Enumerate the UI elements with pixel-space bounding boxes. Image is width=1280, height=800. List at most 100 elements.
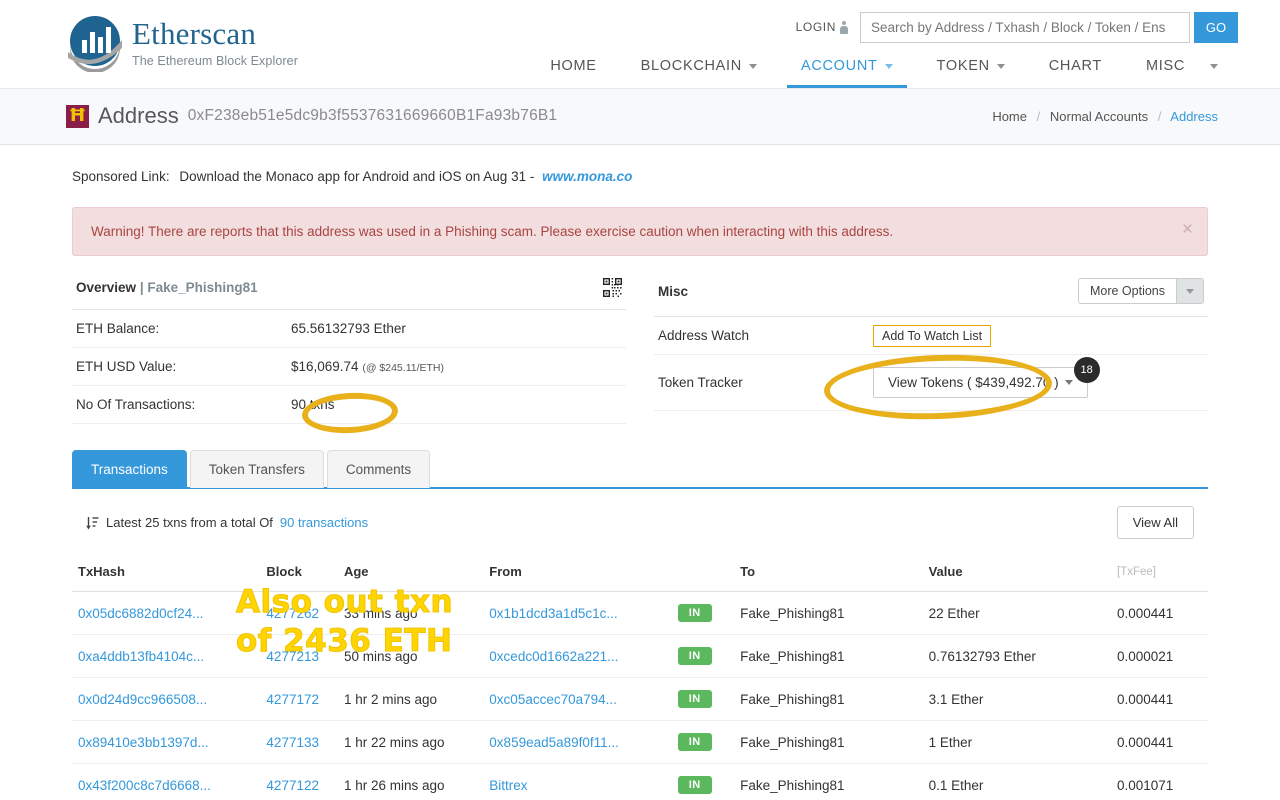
cell-to: Fake_Phishing81: [734, 591, 923, 635]
token-count-badge: 18: [1073, 357, 1100, 383]
sponsored-url-link[interactable]: www.mona.co: [542, 169, 632, 184]
tab-token-transfers[interactable]: Token Transfers: [189, 450, 324, 488]
sponsored-text: Download the Monaco app for Android and …: [179, 169, 535, 184]
table-summary: Latest 25 txns from a total Of 90 transa…: [86, 515, 368, 530]
column-header-from[interactable]: From: [483, 554, 672, 592]
overview-row-usd-value: ETH USD Value: $16,069.74 (@ $245.11/ETH…: [72, 348, 626, 386]
login-label: LOGIN: [795, 20, 836, 34]
login-link[interactable]: LOGIN: [796, 20, 848, 34]
nav-item-blockchain[interactable]: BLOCKCHAIN: [619, 52, 779, 88]
direction-badge: IN: [677, 647, 712, 665]
nav-item-token[interactable]: TOKEN: [915, 52, 1027, 88]
nav-item-account[interactable]: ACCOUNT: [779, 52, 915, 88]
cell-value: 0.76132793 Ether: [922, 634, 1111, 678]
cell-txfee: 0.000441: [1111, 591, 1208, 635]
nav-label-token: TOKEN: [936, 58, 990, 74]
chevron-down-icon: [1176, 279, 1203, 303]
cell-from[interactable]: 0xcedc0d1662a221...: [489, 649, 618, 664]
column-header-value[interactable]: Value: [922, 554, 1111, 592]
close-icon[interactable]: ×: [1182, 220, 1193, 239]
cell-txhash[interactable]: 0x43f200c8c7d6668...: [78, 778, 211, 793]
table-toolbar: Latest 25 txns from a total Of 90 transa…: [72, 489, 1208, 554]
transactions-tab-panel: Latest 25 txns from a total Of 90 transa…: [72, 487, 1208, 800]
cell-from[interactable]: Bittrex: [489, 778, 527, 793]
nav-item-home[interactable]: HOME: [528, 52, 618, 88]
breadcrumb: Home / Normal Accounts / Address: [992, 109, 1218, 124]
nav-item-chart[interactable]: CHART: [1027, 52, 1124, 88]
chevron-down-icon: [1210, 63, 1218, 69]
table-row[interactable]: 0x89410e3bb1397d... 4277133 1 hr 22 mins…: [72, 720, 1208, 764]
misc-title: Misc: [658, 283, 689, 299]
cell-txfee: 0.000441: [1111, 720, 1208, 764]
misc-panel-header: Misc More Options: [654, 278, 1208, 317]
nav-item-misc[interactable]: MISC: [1124, 52, 1240, 88]
cell-block[interactable]: 4277133: [266, 735, 319, 750]
breadcrumb-item-address[interactable]: Address: [1170, 109, 1218, 124]
address-hash: 0xF238eb51e5dc9b3f5537631669660B1Fa93b76…: [187, 107, 558, 124]
breadcrumb-item-normal-accounts[interactable]: Normal Accounts: [1050, 109, 1148, 124]
column-header-to[interactable]: To: [734, 554, 923, 592]
site-logo[interactable]: Etherscan The Ethereum Block Explorer: [66, 14, 298, 73]
column-header-txhash[interactable]: TxHash: [72, 554, 261, 592]
page-subheader: Address 0xF238eb51e5dc9b3f5537631669660B…: [0, 88, 1280, 145]
breadcrumb-item-home[interactable]: Home: [992, 109, 1027, 124]
column-header-block[interactable]: Block: [260, 554, 338, 592]
chevron-down-glyph: [1186, 288, 1194, 294]
misc-row-address-watch: Address Watch Add To Watch List: [654, 317, 1208, 355]
table-row[interactable]: 0xa4ddb13fb4104c... 4277213 50 mins ago …: [72, 634, 1208, 678]
cell-age: 1 hr 2 mins ago: [337, 677, 484, 721]
address-title-block: Address 0xF238eb51e5dc9b3f5537631669660B…: [66, 103, 557, 129]
column-header-age[interactable]: Age: [337, 554, 484, 592]
cell-block[interactable]: 4277213: [266, 649, 319, 664]
table-header-row: TxHash Block Age From To Value [TxFee]: [72, 554, 1208, 592]
sort-descending-icon[interactable]: [86, 516, 99, 530]
tab-comments[interactable]: Comments: [326, 450, 431, 488]
search-go-button[interactable]: GO: [1194, 12, 1238, 43]
cell-txfee: 0.000021: [1111, 634, 1208, 678]
cell-from[interactable]: 0x859ead5a89f0f11...: [489, 735, 619, 750]
transactions-table-head: TxHash Block Age From To Value [TxFee]: [72, 554, 1208, 592]
qr-code-icon[interactable]: [603, 278, 622, 297]
table-row[interactable]: 0x05dc6882d0cf24... 4277262 33 mins ago …: [72, 591, 1208, 635]
table-row[interactable]: 0x0d24d9cc966508... 4277172 1 hr 2 mins …: [72, 677, 1208, 721]
overview-name-tag: | Fake_Phishing81: [139, 280, 258, 295]
cell-block[interactable]: 4277262: [266, 606, 319, 621]
cell-txhash[interactable]: 0x89410e3bb1397d...: [78, 735, 209, 750]
overview-row-eth-balance: ETH Balance: 65.56132793 Ether: [72, 310, 626, 348]
cell-from[interactable]: 0x1b1dcd3a1d5c1c...: [489, 606, 617, 621]
cell-txhash[interactable]: 0xa4ddb13fb4104c...: [78, 649, 204, 664]
cell-value: 0.1 Ether: [922, 763, 1111, 800]
eth-price-note: (@ $245.11/ETH): [362, 362, 445, 374]
total-transactions-link[interactable]: 90 transactions: [280, 515, 368, 530]
table-row[interactable]: 0x43f200c8c7d6668... 4277122 1 hr 26 min…: [72, 763, 1208, 800]
cell-txhash[interactable]: 0x0d24d9cc966508...: [78, 692, 207, 707]
nav-label-blockchain: BLOCKCHAIN: [640, 58, 742, 74]
cell-txhash[interactable]: 0x05dc6882d0cf24...: [78, 606, 203, 621]
content-tabs: Transactions Token Transfers Comments: [72, 450, 1208, 488]
tab-transactions[interactable]: Transactions: [72, 450, 187, 488]
view-tokens-dropdown[interactable]: View Tokens ( $439,492.70 ) 18: [873, 357, 1100, 398]
add-to-watch-list-button[interactable]: Add To Watch List: [873, 324, 992, 347]
column-header-txfee[interactable]: [TxFee]: [1111, 554, 1208, 592]
search-box[interactable]: [860, 12, 1190, 43]
address-watch-label: Address Watch: [658, 328, 750, 343]
misc-panel: Misc More Options Address Watch Add To W…: [654, 278, 1208, 424]
cell-to: Fake_Phishing81: [734, 677, 923, 721]
view-all-button[interactable]: View All: [1116, 506, 1194, 539]
nav-label-misc: MISC: [1145, 58, 1185, 74]
page-title: Address: [98, 103, 179, 128]
cell-block[interactable]: 4277122: [266, 778, 319, 793]
nav-label-home: HOME: [550, 58, 597, 74]
table-summary-prefix: Latest 25 txns from a total Of: [106, 515, 273, 530]
cell-to: Fake_Phishing81: [734, 763, 923, 800]
warning-message: Warning! There are reports that this add…: [91, 224, 894, 239]
transactions-table: TxHash Block Age From To Value [TxFee] 0…: [72, 554, 1208, 800]
phishing-warning-banner: Warning! There are reports that this add…: [72, 207, 1208, 256]
cell-block[interactable]: 4277172: [266, 692, 319, 707]
nav-label-chart: CHART: [1048, 58, 1102, 74]
more-options-button[interactable]: More Options: [1077, 278, 1204, 304]
cell-value: 1 Ether: [922, 720, 1111, 764]
cell-from[interactable]: 0xc05accec70a794...: [489, 692, 617, 707]
search-input[interactable]: [861, 13, 1189, 42]
site-header: Etherscan The Ethereum Block Explorer LO…: [0, 0, 1280, 88]
